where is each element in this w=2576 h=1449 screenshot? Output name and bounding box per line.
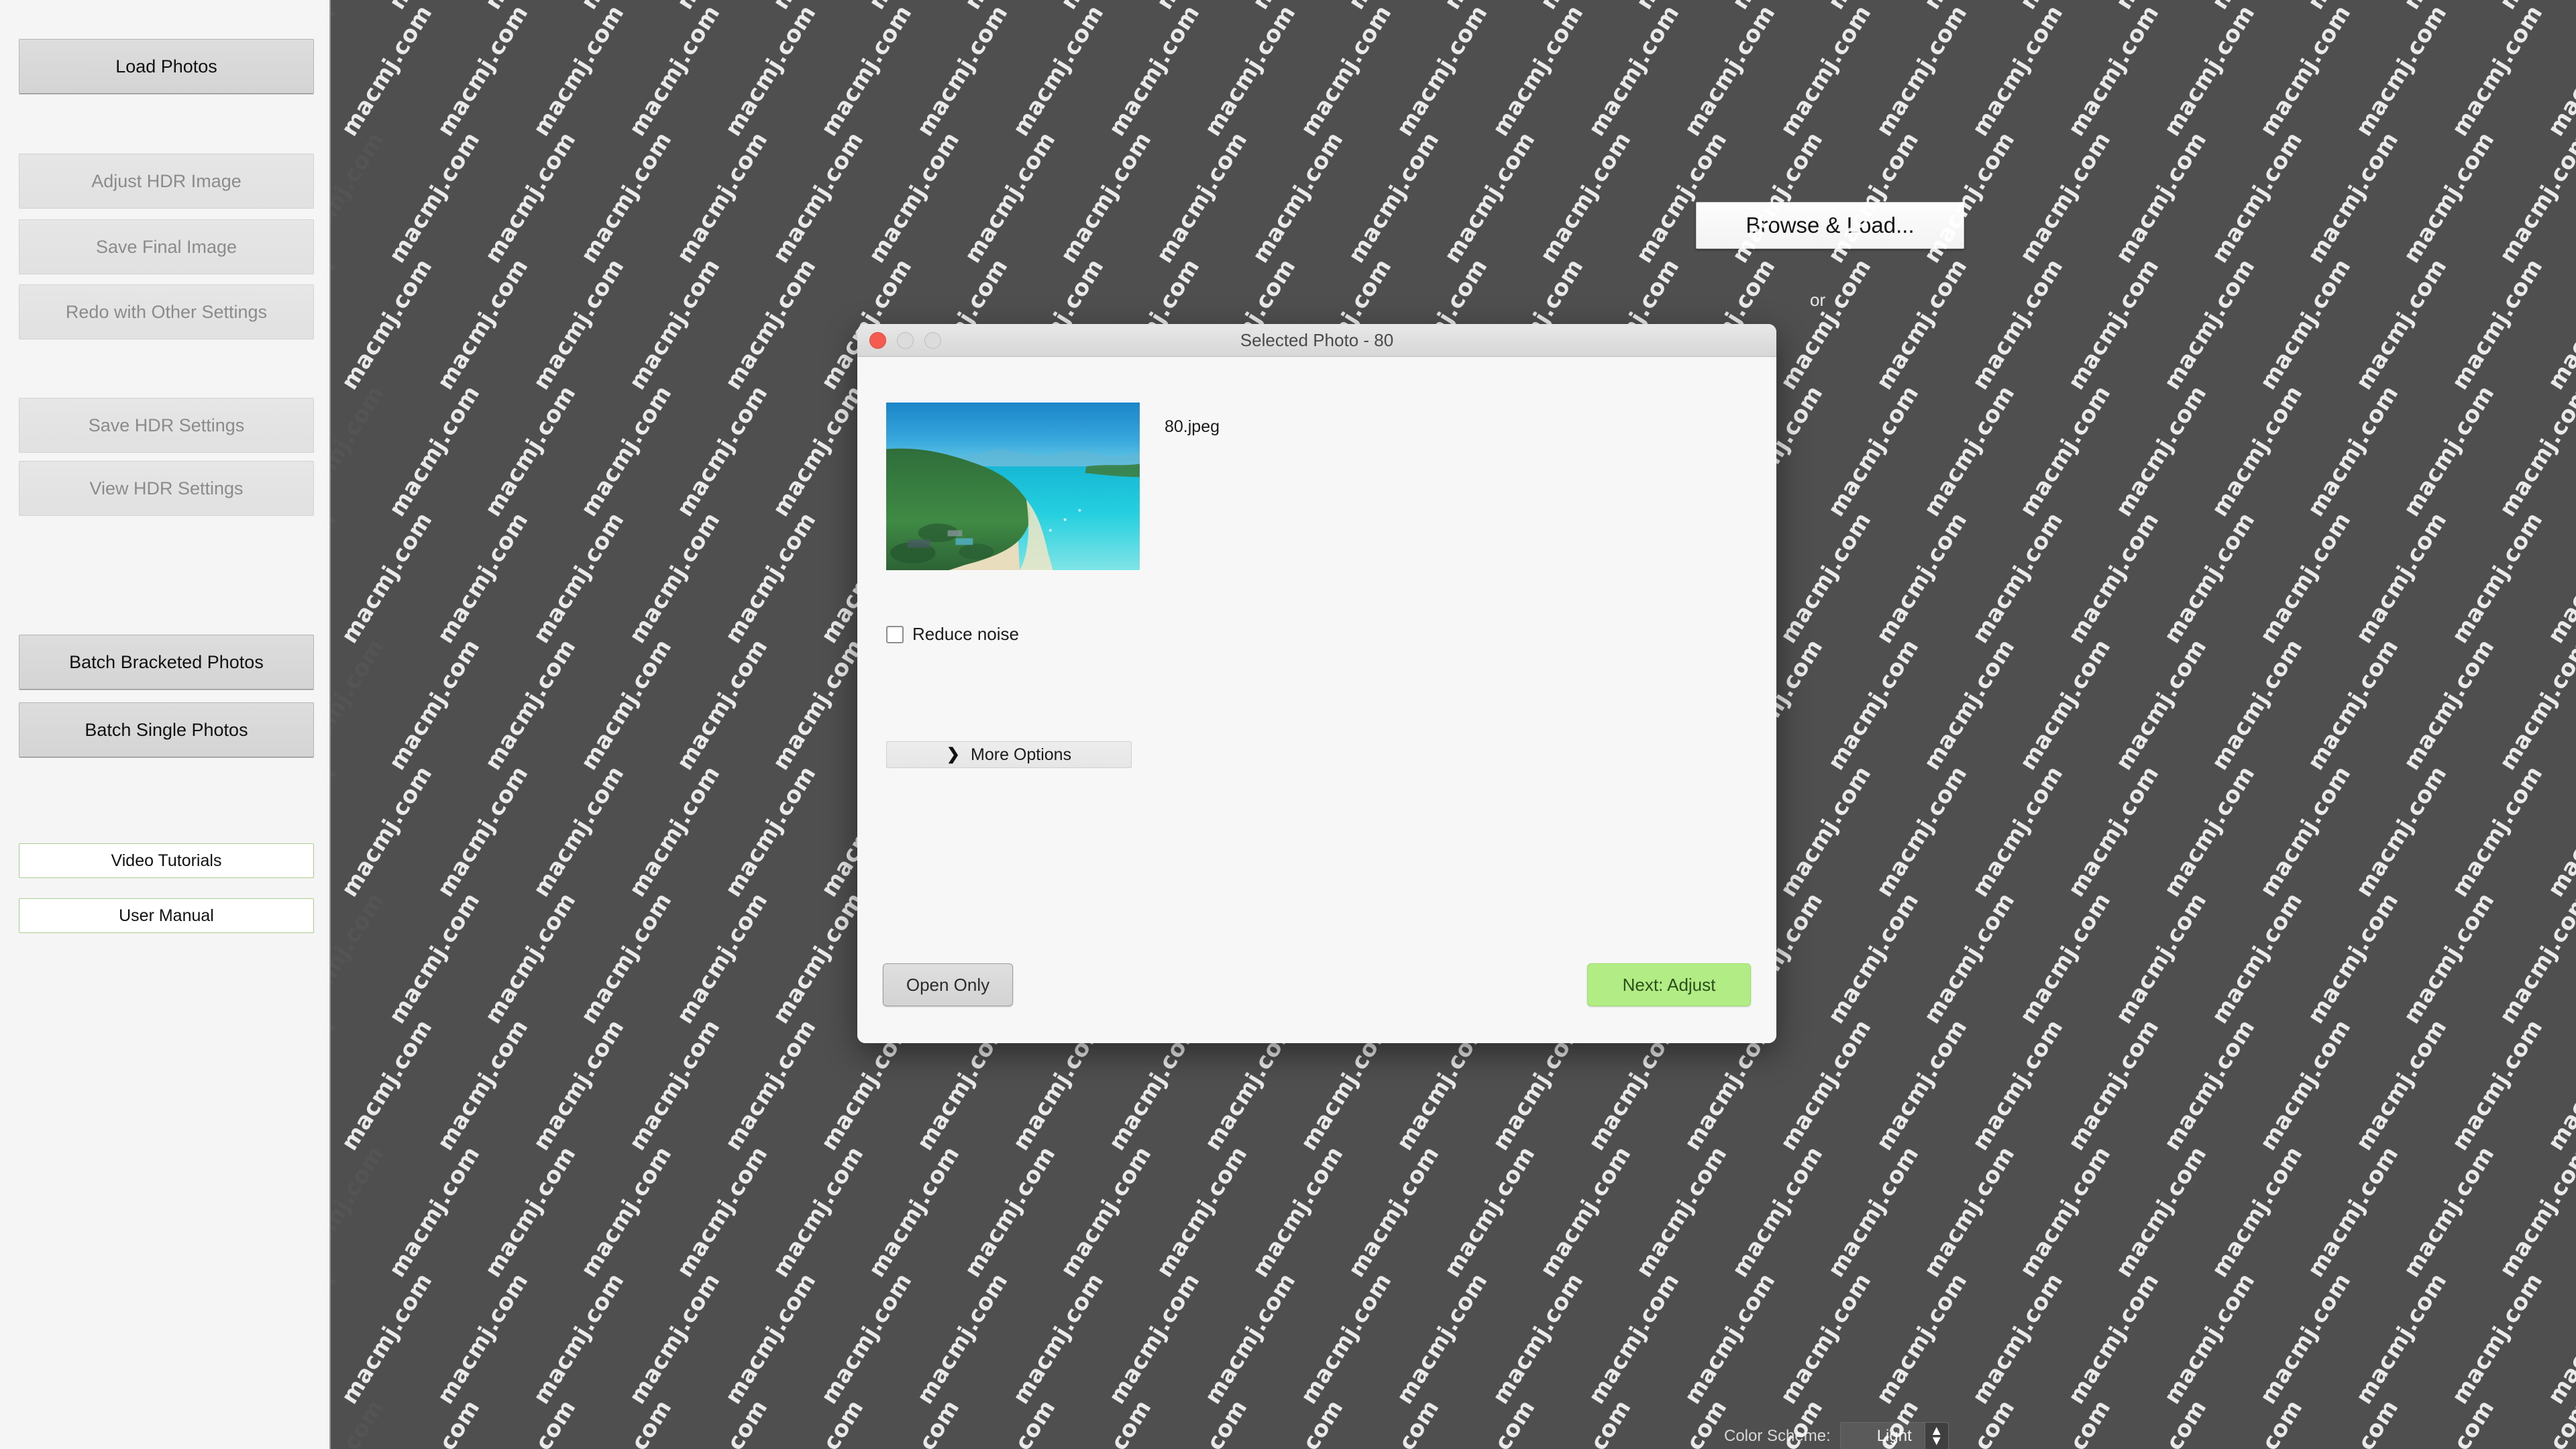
sidebar-button-batch-single-photos[interactable]: Batch Single Photos xyxy=(19,702,314,757)
dialog-body: 80.jpeg Reduce noise ❯ More Options Open… xyxy=(857,357,1776,1043)
sidebar-button-load-photos[interactable]: Load Photos xyxy=(19,39,314,94)
sidebar-link-user-manual[interactable]: User Manual xyxy=(19,898,314,933)
photo-filename: 80.jpeg xyxy=(1165,417,1220,436)
sidebar-button-redo-with-other-settings: Redo with Other Settings xyxy=(19,284,314,339)
color-scheme-select[interactable]: Light ▲ ▼ xyxy=(1839,1422,1949,1449)
selected-photo-dialog: Selected Photo - 80 80.jpeg Reduce noise… xyxy=(857,324,1776,1043)
app-root: Browse & Load... or Color Scheme: Light … xyxy=(0,0,2576,1449)
browse-and-load-button[interactable]: Browse & Load... xyxy=(1696,202,1964,249)
sidebar-button-adjust-hdr-image: Adjust HDR Image xyxy=(19,154,314,209)
photo-thumbnail[interactable] xyxy=(885,402,1140,571)
next-adjust-button[interactable]: Next: Adjust xyxy=(1587,963,1751,1006)
maximize-window-button[interactable] xyxy=(924,331,941,349)
sidebar-button-save-final-image: Save Final Image xyxy=(19,219,314,274)
left-sidebar: Load Photos Adjust HDR Image Save Final … xyxy=(0,0,331,1449)
reduce-noise-row[interactable]: Reduce noise xyxy=(886,624,1019,645)
window-controls xyxy=(869,331,941,349)
open-only-button[interactable]: Open Only xyxy=(883,963,1013,1006)
sidebar-button-batch-bracketed-photos[interactable]: Batch Bracketed Photos xyxy=(19,635,314,690)
minimize-window-button[interactable] xyxy=(897,331,914,349)
chevron-right-icon: ❯ xyxy=(946,745,961,763)
dialog-title: Selected Photo - 80 xyxy=(1240,329,1394,350)
stepper-arrows-icon[interactable]: ▲ ▼ xyxy=(1924,1423,1948,1449)
sidebar-button-view-hdr-settings: View HDR Settings xyxy=(19,461,314,516)
sidebar-link-video-tutorials[interactable]: Video Tutorials xyxy=(19,843,314,878)
close-window-button[interactable] xyxy=(869,331,886,349)
color-scheme-control: Color Scheme: Light ▲ ▼ xyxy=(1724,1422,1949,1449)
color-scheme-value: Light xyxy=(1876,1427,1912,1445)
sidebar-button-save-hdr-settings: Save HDR Settings xyxy=(19,398,314,453)
more-options-label: More Options xyxy=(971,745,1072,764)
dialog-titlebar[interactable]: Selected Photo - 80 xyxy=(857,324,1776,357)
more-options-button[interactable]: ❯ More Options xyxy=(886,741,1132,768)
color-scheme-label: Color Scheme: xyxy=(1724,1427,1831,1445)
reduce-noise-label: Reduce noise xyxy=(912,624,1019,644)
or-separator-label: or xyxy=(1810,290,1826,310)
reduce-noise-checkbox[interactable] xyxy=(886,625,904,643)
